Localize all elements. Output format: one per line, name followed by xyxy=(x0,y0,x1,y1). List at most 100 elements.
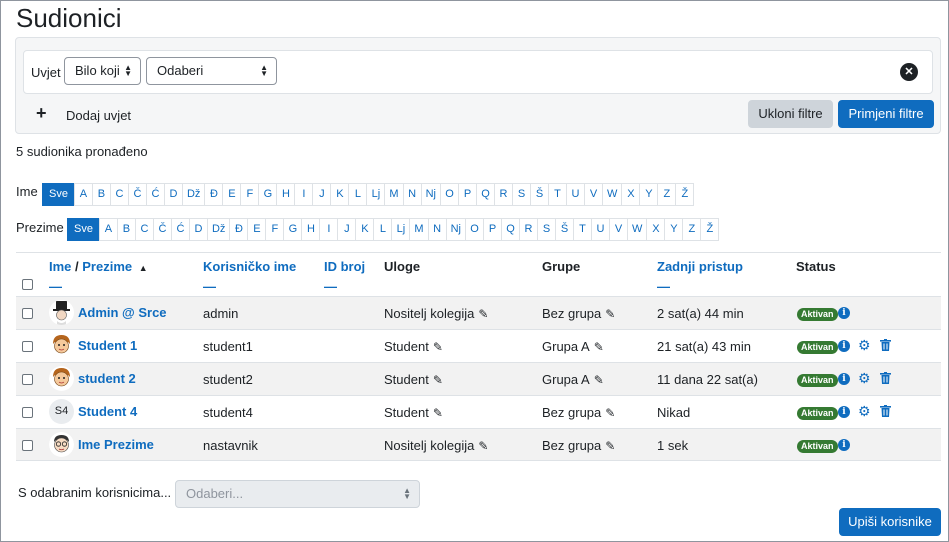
trash-icon[interactable] xyxy=(880,339,891,354)
last-initial-11[interactable]: G xyxy=(283,218,303,241)
last-initial-10[interactable]: F xyxy=(265,218,285,241)
last-initial-24[interactable]: R xyxy=(518,218,538,241)
last-initial-25[interactable]: S xyxy=(536,218,556,241)
info-icon[interactable]: i xyxy=(838,340,850,352)
gear-icon[interactable]: ⚙ xyxy=(858,337,871,354)
first-initial-23[interactable]: Q xyxy=(475,183,495,206)
first-initial-22[interactable]: P xyxy=(457,183,477,206)
first-initial-20[interactable]: Nj xyxy=(420,183,441,206)
last-initial-14[interactable]: J xyxy=(337,218,357,241)
avatar[interactable] xyxy=(49,300,74,325)
first-initial-21[interactable]: O xyxy=(439,183,459,206)
last-initial-20[interactable]: Nj xyxy=(445,218,466,241)
last-initial-30[interactable]: W xyxy=(626,218,648,241)
last-initial-26[interactable]: Š xyxy=(554,218,574,241)
first-initial-5[interactable]: Ć xyxy=(145,183,165,206)
participant-name-link[interactable]: Admin @ Srce xyxy=(78,305,167,320)
collapse-dash[interactable]: — xyxy=(203,279,216,294)
first-initial-14[interactable]: J xyxy=(312,183,332,206)
first-initial-32[interactable]: Y xyxy=(639,183,659,206)
first-initial-7[interactable]: Dž xyxy=(181,183,206,206)
last-initial-33[interactable]: Z xyxy=(682,218,702,241)
last-initial-21[interactable]: O xyxy=(464,218,484,241)
gear-icon[interactable]: ⚙ xyxy=(858,403,871,420)
last-initial-3[interactable]: C xyxy=(134,218,154,241)
avatar[interactable]: S4 xyxy=(49,399,74,424)
edit-groups-pencil-icon[interactable]: ✎ xyxy=(594,340,604,354)
first-initial-28[interactable]: U xyxy=(565,183,585,206)
username-header[interactable]: Korisničko ime — xyxy=(203,259,296,294)
first-initial-17[interactable]: Lj xyxy=(366,183,386,206)
edit-roles-pencil-icon[interactable]: ✎ xyxy=(478,307,488,321)
participant-name-link[interactable]: student 2 xyxy=(78,371,136,386)
first-initial-9[interactable]: E xyxy=(222,183,242,206)
apply-filters-button[interactable]: Primjeni filtre xyxy=(838,100,934,128)
last-initial-28[interactable]: U xyxy=(590,218,610,241)
last-initial-2[interactable]: B xyxy=(116,218,136,241)
trash-icon[interactable] xyxy=(880,372,891,387)
row-checkbox[interactable] xyxy=(22,440,33,451)
info-icon[interactable]: i xyxy=(838,439,850,451)
lastaccess-header[interactable]: Zadnji pristup — xyxy=(657,259,743,294)
condition-type-select[interactable]: Odaberi ▲ ▼ xyxy=(146,57,277,85)
last-initial-12[interactable]: H xyxy=(301,218,321,241)
row-checkbox[interactable] xyxy=(22,308,33,319)
last-initial-15[interactable]: K xyxy=(355,218,375,241)
edit-roles-pencil-icon[interactable]: ✎ xyxy=(478,439,488,453)
first-initial-10[interactable]: F xyxy=(240,183,260,206)
select-all-checkbox[interactable] xyxy=(22,279,33,290)
last-initial-4[interactable]: Č xyxy=(152,218,172,241)
first-initial-27[interactable]: T xyxy=(547,183,567,206)
first-initial-18[interactable]: M xyxy=(384,183,404,206)
first-initial-15[interactable]: K xyxy=(330,183,350,206)
last-initial-16[interactable]: L xyxy=(373,218,393,241)
last-initial-27[interactable]: T xyxy=(572,218,592,241)
clear-filters-button[interactable]: Ukloni filtre xyxy=(748,100,833,128)
last-initial-0[interactable]: Sve xyxy=(67,218,100,241)
trash-icon[interactable] xyxy=(880,405,891,420)
collapse-dash[interactable]: — xyxy=(657,279,670,294)
edit-roles-pencil-icon[interactable]: ✎ xyxy=(433,406,443,420)
last-initial-18[interactable]: M xyxy=(409,218,429,241)
row-checkbox[interactable] xyxy=(22,374,33,385)
participant-name-link[interactable]: Student 4 xyxy=(78,404,137,419)
row-checkbox[interactable] xyxy=(22,341,33,352)
last-initial-17[interactable]: Lj xyxy=(391,218,411,241)
edit-roles-pencil-icon[interactable]: ✎ xyxy=(433,340,443,354)
last-initial-31[interactable]: X xyxy=(646,218,666,241)
last-initial-8[interactable]: Đ xyxy=(229,218,249,241)
remove-condition-icon[interactable]: ✕ xyxy=(900,63,918,81)
collapse-dash[interactable]: — xyxy=(324,279,337,294)
plus-icon[interactable]: + xyxy=(36,104,47,122)
idnumber-header[interactable]: ID broj — xyxy=(324,259,365,294)
add-condition-link[interactable]: Dodaj uvjet xyxy=(66,108,131,123)
last-initial-6[interactable]: D xyxy=(188,218,208,241)
bulk-action-select[interactable]: Odaberi... ▲ ▼ xyxy=(175,480,420,508)
first-initial-13[interactable]: I xyxy=(294,183,314,206)
participant-name-link[interactable]: Ime Prezime xyxy=(78,437,154,452)
first-initial-29[interactable]: V xyxy=(583,183,603,206)
info-icon[interactable]: i xyxy=(838,373,850,385)
info-icon[interactable]: i xyxy=(838,406,850,418)
first-initial-1[interactable]: A xyxy=(73,183,93,206)
edit-groups-pencil-icon[interactable]: ✎ xyxy=(594,373,604,387)
last-initial-19[interactable]: N xyxy=(427,218,447,241)
first-initial-12[interactable]: H xyxy=(276,183,296,206)
edit-groups-pencil-icon[interactable]: ✎ xyxy=(605,307,615,321)
first-initial-30[interactable]: W xyxy=(601,183,623,206)
last-initial-23[interactable]: Q xyxy=(500,218,520,241)
last-initial-13[interactable]: I xyxy=(319,218,339,241)
match-select[interactable]: Bilo koji ▲ ▼ xyxy=(64,57,141,85)
edit-groups-pencil-icon[interactable]: ✎ xyxy=(605,406,615,420)
first-initial-2[interactable]: B xyxy=(91,183,111,206)
first-initial-31[interactable]: X xyxy=(621,183,641,206)
avatar[interactable] xyxy=(49,333,74,358)
first-initial-24[interactable]: R xyxy=(493,183,513,206)
first-initial-25[interactable]: S xyxy=(511,183,531,206)
first-initial-33[interactable]: Z xyxy=(657,183,677,206)
first-initial-34[interactable]: Ž xyxy=(675,183,695,206)
edit-groups-pencil-icon[interactable]: ✎ xyxy=(605,439,615,453)
last-initial-1[interactable]: A xyxy=(98,218,118,241)
first-initial-11[interactable]: G xyxy=(258,183,278,206)
first-initial-26[interactable]: Š xyxy=(529,183,549,206)
